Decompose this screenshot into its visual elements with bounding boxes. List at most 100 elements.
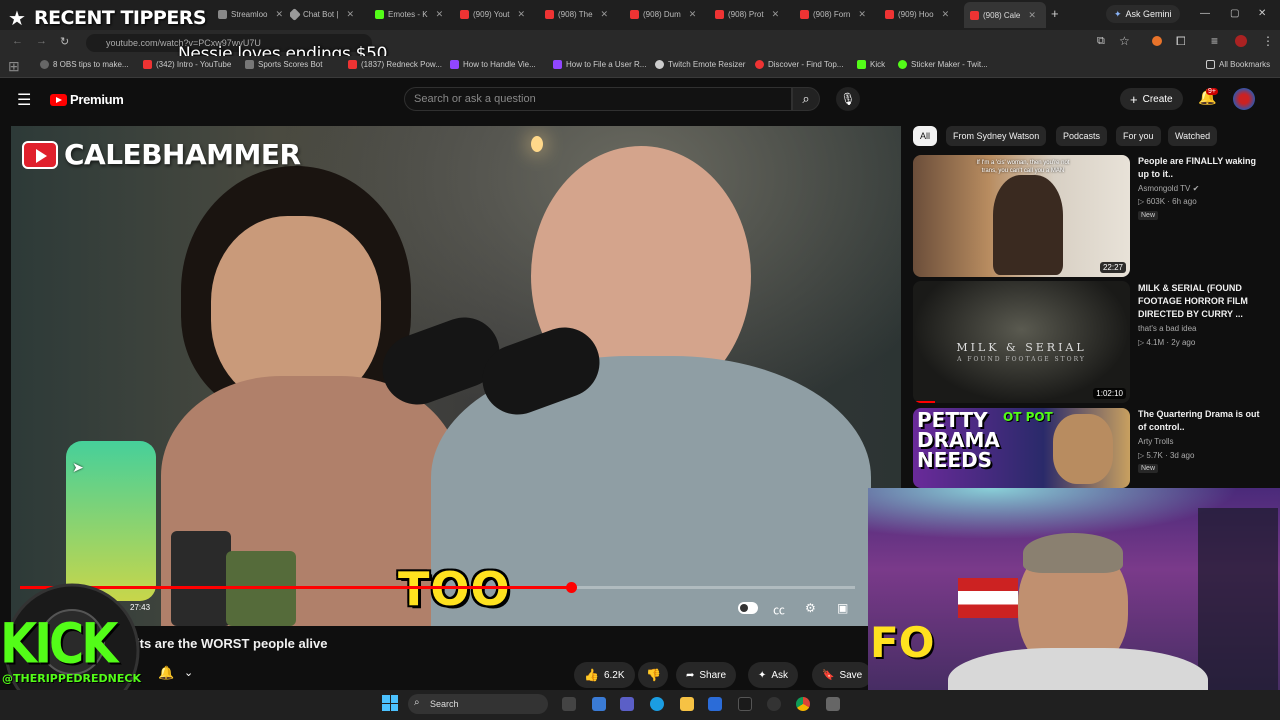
bookmark-item[interactable]: Sticker Maker - Twit... [898, 60, 988, 69]
browser-tab[interactable]: (909) Yout ✕ [460, 4, 536, 24]
channel-watermark: CALEBHAMMER [22, 138, 301, 171]
reload-icon[interactable]: ↻ [60, 35, 69, 48]
video-player[interactable] [11, 126, 901, 626]
chip-from-sydney-watson[interactable]: From Sydney Watson [946, 126, 1047, 146]
back-icon[interactable]: ← [12, 35, 23, 47]
maximize-icon[interactable]: ▢ [1230, 8, 1239, 19]
bookshelf [1198, 508, 1278, 708]
browser-menu-icon[interactable]: ⋮ [1262, 34, 1274, 48]
minimize-icon[interactable]: — [1200, 8, 1210, 19]
windows-start-icon[interactable] [382, 695, 398, 711]
close-icon[interactable]: ✕ [689, 9, 697, 20]
youtube-logo[interactable]: Premium [50, 92, 124, 107]
extensions-puzzle-icon[interactable]: ⧠ [1176, 34, 1186, 49]
recommendation-thumbnail[interactable]: PETTY DRAMA NEEDS OT POT [913, 408, 1130, 488]
channel-name[interactable]: that's a bad idea [1138, 324, 1196, 333]
edge-icon[interactable] [650, 697, 664, 711]
close-icon[interactable]: ✕ [942, 9, 950, 20]
voice-search-button[interactable]: 🎙 [836, 87, 860, 111]
terminal-icon[interactable] [738, 697, 752, 711]
new-tab-button[interactable]: + [1051, 6, 1059, 21]
bookmark-item[interactable]: (1837) Redneck Pow... [348, 60, 442, 69]
browser-tab-active[interactable]: (908) Cale ✕ [964, 2, 1046, 28]
close-icon[interactable]: ✕ [275, 9, 282, 20]
chip-podcasts[interactable]: Podcasts [1056, 126, 1108, 146]
recommendation-thumbnail[interactable]: If I'm a 'cis' woman, then you're not tr… [913, 155, 1130, 277]
profile-avatar[interactable] [1235, 35, 1247, 47]
browser-tab[interactable]: Streamloo ✕ [218, 4, 282, 24]
extension-icon[interactable] [1152, 36, 1162, 46]
file-explorer-icon[interactable] [680, 697, 694, 711]
create-button[interactable]: + Create [1120, 88, 1183, 110]
recommendation-title[interactable]: People are FINALLY waking up to it.. [1138, 155, 1268, 181]
tab-label: (909) Yout [473, 9, 510, 19]
obs-icon[interactable] [767, 697, 781, 711]
close-icon[interactable]: ✕ [346, 9, 354, 20]
channel-name[interactable]: Asmongold TV ✔ [1138, 184, 1199, 193]
miniplayer-icon[interactable]: ▣ [837, 601, 848, 615]
recommendation-title[interactable]: MILK & SERIAL (FOUND FOOTAGE HORROR FILM… [1138, 282, 1268, 321]
sparkle-icon: ✦ [758, 669, 767, 681]
all-bookmarks-folder[interactable]: All Bookmarks [1206, 60, 1270, 69]
dislike-button[interactable]: 👎 [638, 662, 668, 688]
account-avatar[interactable] [1233, 88, 1255, 110]
chip-all[interactable]: All [913, 126, 938, 146]
browser-tab[interactable]: (908) Dum ✕ [630, 4, 706, 24]
close-icon[interactable]: ✕ [858, 9, 866, 20]
store-icon[interactable] [708, 697, 722, 711]
hamburger-menu-icon[interactable]: ☰ [17, 90, 31, 110]
copilot-icon[interactable] [592, 697, 606, 711]
browser-tab[interactable]: (908) Forn ✕ [800, 4, 876, 24]
close-icon[interactable]: ✕ [772, 9, 780, 20]
chrome-icon[interactable] [796, 697, 810, 711]
youtube-favicon-icon [545, 9, 554, 19]
browser-tab[interactable]: (909) Hoo ✕ [885, 4, 961, 24]
settings-gear-icon[interactable]: ⚙ [805, 601, 816, 615]
install-app-icon[interactable]: ⧉ [1097, 35, 1105, 48]
app-icon[interactable] [826, 697, 840, 711]
bookmark-item[interactable]: Discover - Find Top... [755, 60, 843, 69]
subtitles-icon[interactable]: ㏄ [773, 601, 785, 618]
bookmark-item[interactable]: (342) Intro - YouTube [143, 60, 231, 69]
search-button[interactable]: ⌕ [792, 87, 820, 111]
close-icon[interactable]: ✕ [601, 9, 609, 20]
bookmark-label: Discover - Find Top... [768, 60, 844, 69]
bookmark-star-icon[interactable]: ☆ [1119, 34, 1130, 48]
chip-for-you[interactable]: For you [1116, 126, 1161, 146]
ask-gemini-button[interactable]: ✦ Ask Gemini [1106, 5, 1180, 23]
close-window-icon[interactable]: ✕ [1258, 8, 1266, 19]
chevron-down-icon[interactable]: ⌄ [184, 666, 193, 679]
browser-tab[interactable]: (908) The ✕ [545, 4, 621, 24]
chip-watched[interactable]: Watched [1168, 126, 1218, 146]
channel-name[interactable]: Arty Trolls [1138, 437, 1174, 446]
share-button[interactable]: ➦ Share [676, 662, 737, 688]
like-button[interactable]: 👍 6.2K [574, 662, 635, 688]
recommendation-thumbnail[interactable]: MILK & SERIAL A FOUND FOOTAGE STORY 1:02… [913, 281, 1130, 403]
browser-tab[interactable]: (908) Prot ✕ [715, 4, 791, 24]
bookmark-item[interactable]: Sports Scores Bot [245, 60, 322, 69]
bookmark-item[interactable]: How to File a User R... [553, 60, 646, 69]
webcam-overlay: FO [868, 488, 1280, 720]
close-icon[interactable]: ✕ [1028, 10, 1036, 21]
task-view-icon[interactable] [562, 697, 576, 711]
ask-button[interactable]: ✦ Ask [748, 662, 799, 688]
apps-grid-icon[interactable]: ⊞ [8, 58, 20, 75]
close-icon[interactable]: ✕ [517, 9, 525, 20]
close-icon[interactable]: ✕ [436, 9, 444, 20]
bookmark-item[interactable]: How to Handle Vie... [450, 60, 536, 69]
save-button[interactable]: 🔖 Save [812, 662, 873, 688]
browser-tab[interactable]: Chat Bot | ✕ [290, 4, 366, 24]
recommendation-title[interactable]: The Quartering Drama is out of control.. [1138, 408, 1268, 434]
bookmark-item[interactable]: 8 OBS tips to make... [40, 60, 129, 69]
media-control-icon[interactable]: ≡ [1211, 34, 1218, 48]
browser-tab[interactable]: Emotes - K ✕ [375, 4, 451, 24]
teams-icon[interactable] [620, 697, 634, 711]
bookmark-item[interactable]: Twitch Emote Resizer [655, 60, 745, 69]
autoplay-toggle[interactable] [738, 602, 758, 614]
forward-icon[interactable]: → [36, 35, 47, 47]
globe-icon [40, 60, 49, 69]
taskbar-search[interactable]: Search [408, 694, 548, 714]
search-input[interactable]: Search or ask a question [404, 87, 792, 111]
bookmark-item[interactable]: Kick [857, 60, 885, 69]
subscription-bell-icon[interactable]: 🔔 [158, 665, 174, 681]
